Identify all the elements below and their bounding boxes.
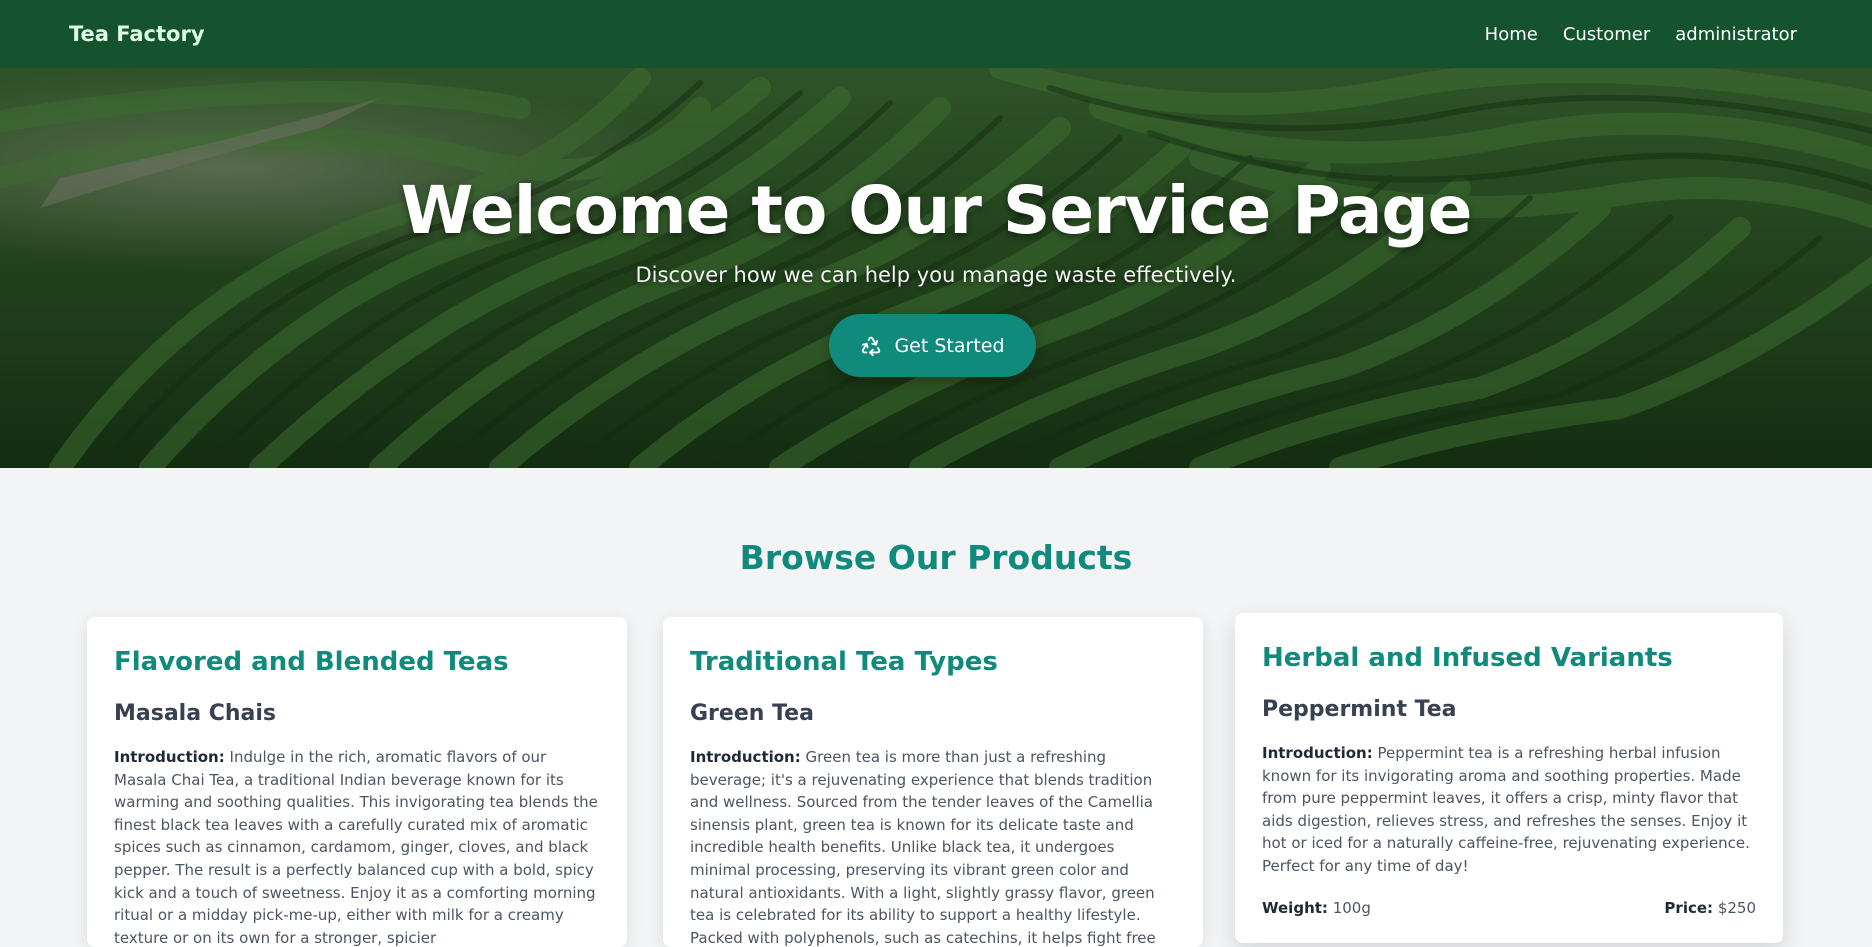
section-title: Browse Our Products bbox=[739, 538, 1133, 577]
hero-title: Welcome to Our Service Page bbox=[400, 172, 1473, 249]
get-started-button[interactable]: Get Started bbox=[829, 314, 1036, 377]
recycle-icon bbox=[860, 335, 882, 357]
price-label: Price: bbox=[1664, 899, 1714, 917]
nav-link-customer[interactable]: Customer bbox=[1563, 24, 1650, 45]
brand-logo[interactable]: Tea Factory bbox=[69, 22, 205, 46]
product-card[interactable]: Traditional Tea Types Green Tea Introduc… bbox=[663, 617, 1203, 947]
price-value: $250 bbox=[1717, 899, 1756, 917]
product-name: Masala Chais bbox=[114, 701, 277, 726]
product-card[interactable]: Herbal and Infused Variants Peppermint T… bbox=[1235, 613, 1783, 943]
get-started-label: Get Started bbox=[894, 334, 1005, 357]
intro-text: Green tea is more than just a refreshing… bbox=[690, 748, 1156, 947]
nav-link-home[interactable]: Home bbox=[1485, 24, 1538, 45]
nav-link-administrator[interactable]: administrator bbox=[1675, 24, 1797, 45]
nav-links: Home Customer administrator bbox=[1485, 24, 1797, 45]
product-category: Flavored and Blended Teas bbox=[114, 647, 509, 677]
intro-text: Peppermint tea is a refreshing herbal in… bbox=[1262, 744, 1750, 875]
product-weight: Weight: 100g bbox=[1262, 899, 1371, 917]
product-intro: Introduction: Green tea is more than jus… bbox=[690, 746, 1178, 947]
intro-text: Indulge in the rich, aromatic flavors of… bbox=[114, 748, 598, 947]
hero-banner: Welcome to Our Service Page Discover how… bbox=[0, 68, 1872, 468]
intro-label: Introduction: bbox=[690, 748, 801, 766]
weight-label: Weight: bbox=[1262, 899, 1328, 917]
product-intro: Introduction: Indulge in the rich, aroma… bbox=[114, 746, 602, 947]
weight-value: 100g bbox=[1332, 899, 1371, 917]
product-card[interactable]: Flavored and Blended Teas Masala Chais I… bbox=[87, 617, 627, 947]
product-intro: Introduction: Peppermint tea is a refres… bbox=[1262, 742, 1758, 878]
product-name: Green Tea bbox=[690, 701, 814, 726]
product-meta: Weight: 100g Price: $250 bbox=[1262, 899, 1756, 917]
intro-label: Introduction: bbox=[114, 748, 225, 766]
hero-subtitle: Discover how we can help you manage wast… bbox=[635, 263, 1237, 287]
top-navbar: Tea Factory Home Customer administrator bbox=[0, 0, 1872, 68]
product-name: Peppermint Tea bbox=[1262, 697, 1457, 722]
product-category: Traditional Tea Types bbox=[690, 647, 998, 677]
intro-label: Introduction: bbox=[1262, 744, 1373, 762]
product-price: Price: $250 bbox=[1664, 899, 1756, 917]
hero-content: Welcome to Our Service Page Discover how… bbox=[0, 68, 1872, 468]
product-category: Herbal and Infused Variants bbox=[1262, 643, 1673, 673]
